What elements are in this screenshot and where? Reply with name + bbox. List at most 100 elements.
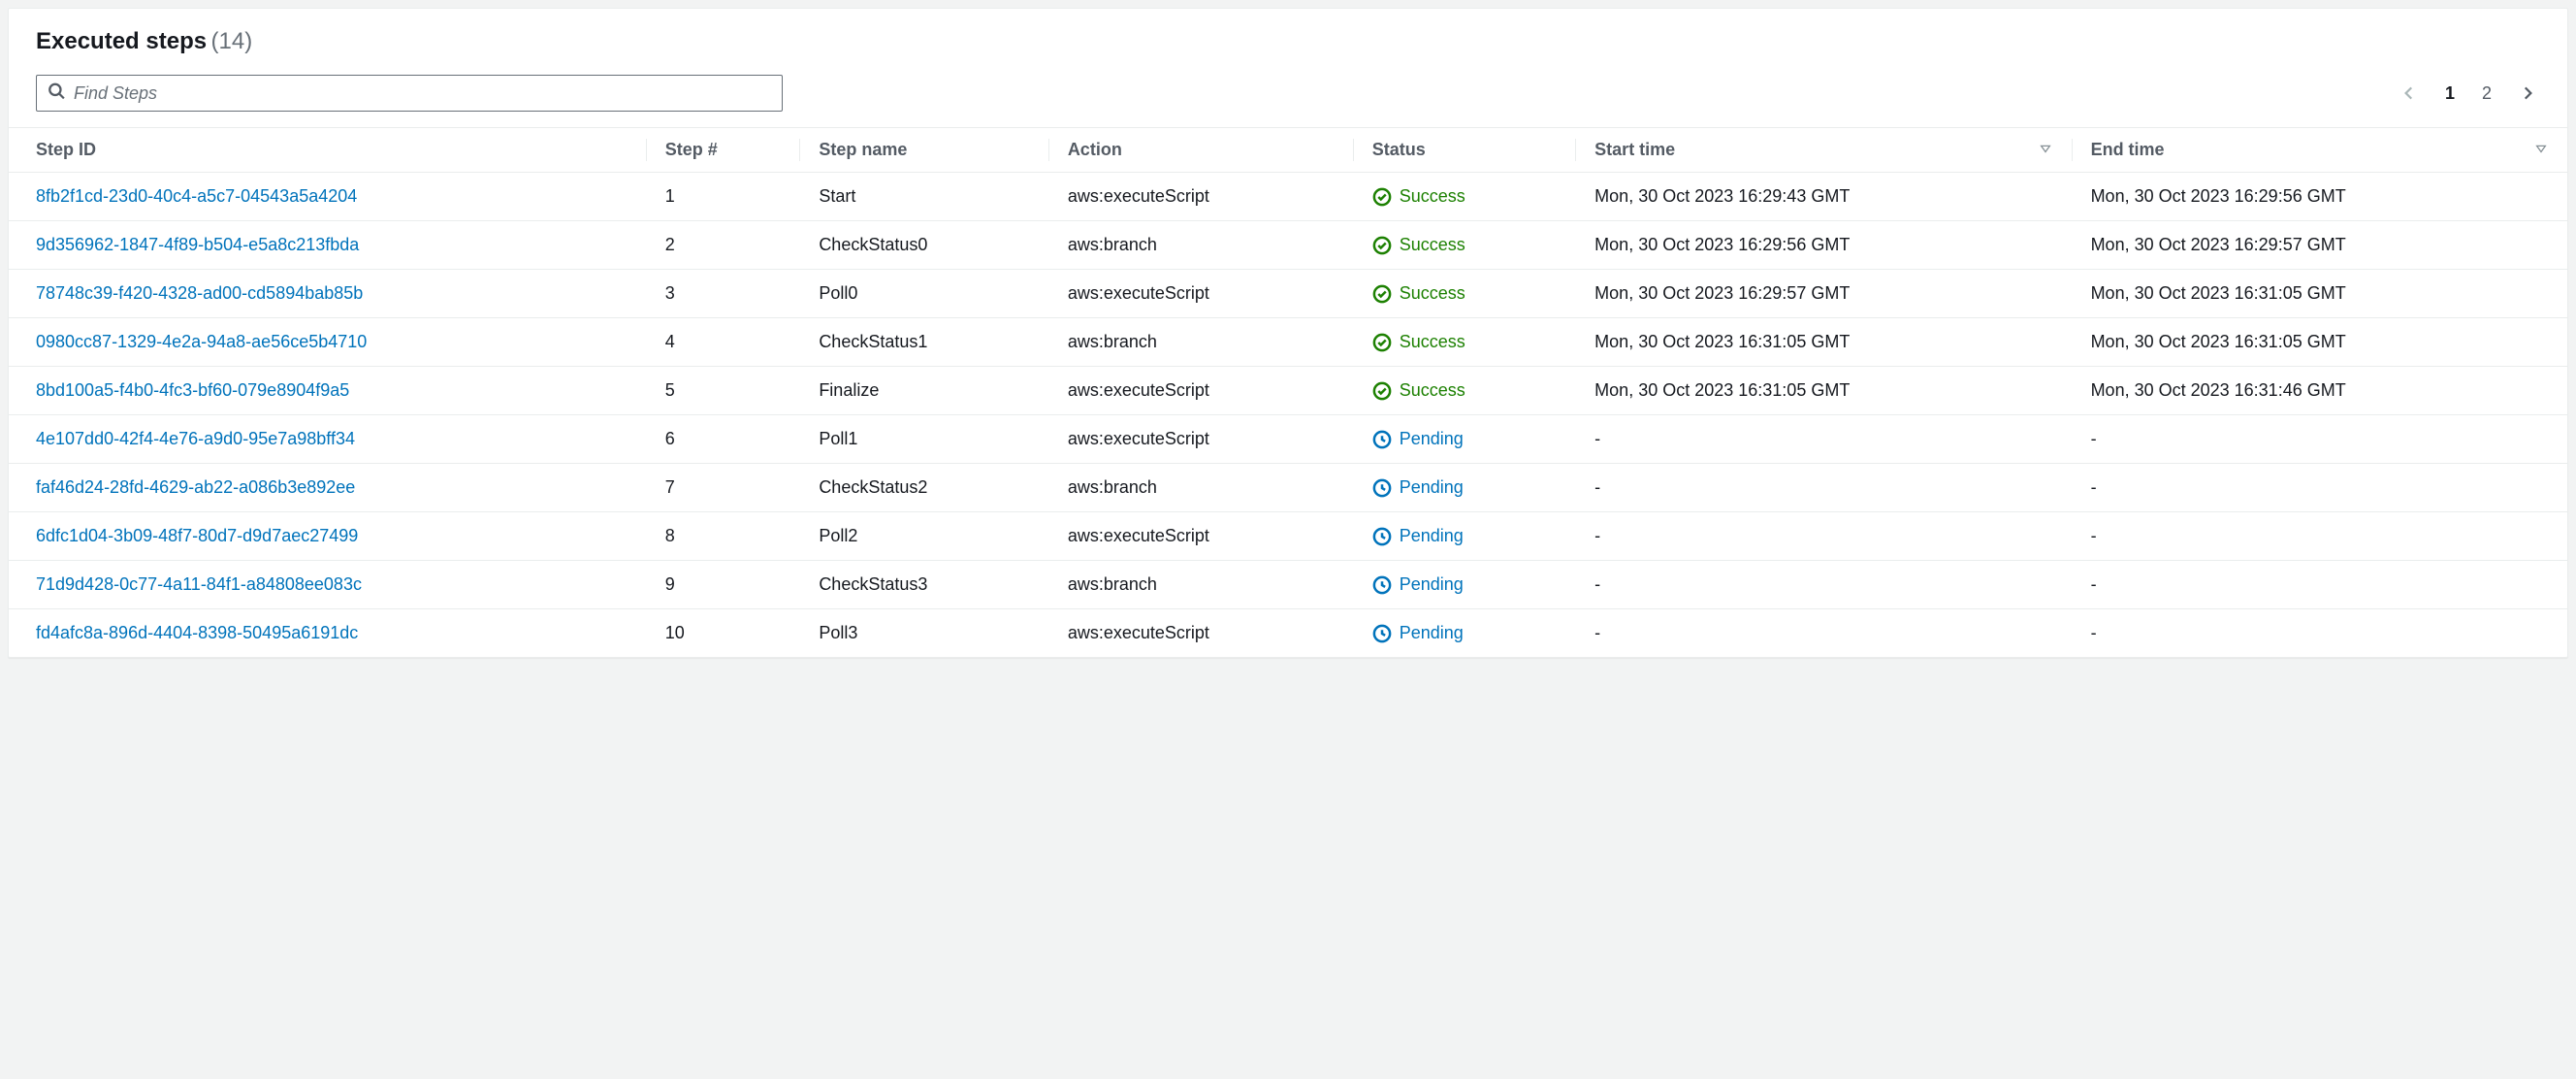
start-time: -	[1575, 609, 2071, 658]
table-row: fd4afc8a-896d-4404-8398-50495a6191dc 10 …	[9, 609, 2567, 658]
step-id-link[interactable]: 8fb2f1cd-23d0-40c4-a5c7-04543a5a4204	[36, 186, 357, 206]
start-time: -	[1575, 415, 2071, 464]
step-id-link[interactable]: 0980cc87-1329-4e2a-94a8-ae56ce5b4710	[36, 332, 367, 351]
step-num: 5	[646, 367, 800, 415]
end-time: -	[2072, 415, 2567, 464]
step-name: CheckStatus0	[799, 221, 1048, 270]
search-wrapper	[36, 75, 783, 112]
step-name: Poll2	[799, 512, 1048, 561]
step-action: aws:branch	[1048, 221, 1353, 270]
status-text: Success	[1400, 235, 1465, 255]
pending-icon	[1372, 575, 1392, 595]
page-number-2[interactable]: 2	[2478, 82, 2496, 106]
table-row: 78748c39-f420-4328-ad00-cd5894bab85b 3 P…	[9, 270, 2567, 318]
step-id-link[interactable]: 8bd100a5-f4b0-4fc3-bf60-079e8904f9a5	[36, 380, 349, 400]
success-icon	[1372, 333, 1392, 352]
end-time: Mon, 30 Oct 2023 16:29:57 GMT	[2072, 221, 2567, 270]
sort-icon	[2039, 140, 2052, 160]
status-badge: Pending	[1372, 429, 1556, 449]
step-action: aws:branch	[1048, 318, 1353, 367]
step-name: Poll3	[799, 609, 1048, 658]
status-badge: Pending	[1372, 623, 1556, 643]
status-badge: Success	[1372, 186, 1556, 207]
col-end-time[interactable]: End time	[2072, 128, 2567, 173]
col-start-time-label: Start time	[1594, 140, 1675, 159]
next-page-button[interactable]	[2515, 81, 2540, 106]
col-start-time[interactable]: Start time	[1575, 128, 2071, 173]
step-name: Poll0	[799, 270, 1048, 318]
toolbar: 1 2	[9, 67, 2567, 127]
col-status[interactable]: Status	[1353, 128, 1575, 173]
pending-icon	[1372, 624, 1392, 643]
end-time: -	[2072, 512, 2567, 561]
step-name: Poll1	[799, 415, 1048, 464]
sort-icon	[2534, 140, 2548, 160]
panel-title: Executed steps	[36, 28, 207, 54]
step-id-link[interactable]: 78748c39-f420-4328-ad00-cd5894bab85b	[36, 283, 363, 303]
step-id-link[interactable]: 71d9d428-0c77-4a11-84f1-a84808ee083c	[36, 574, 362, 594]
step-name: CheckStatus3	[799, 561, 1048, 609]
step-id-link[interactable]: 4e107dd0-42f4-4e76-a9d0-95e7a98bff34	[36, 429, 355, 448]
step-id-link[interactable]: faf46d24-28fd-4629-ab22-a086b3e892ee	[36, 477, 355, 497]
start-time: Mon, 30 Oct 2023 16:29:57 GMT	[1575, 270, 2071, 318]
step-num: 3	[646, 270, 800, 318]
step-id-link[interactable]: 6dfc1d04-3b09-48f7-80d7-d9d7aec27499	[36, 526, 358, 545]
step-action: aws:branch	[1048, 561, 1353, 609]
status-badge: Pending	[1372, 574, 1556, 595]
pending-icon	[1372, 527, 1392, 546]
status-text: Success	[1400, 283, 1465, 304]
pagination: 1 2	[2397, 81, 2540, 106]
step-id-link[interactable]: 9d356962-1847-4f89-b504-e5a8c213fbda	[36, 235, 359, 254]
chevron-left-icon	[2400, 84, 2418, 102]
col-step-num[interactable]: Step #	[646, 128, 800, 173]
status-text: Success	[1400, 332, 1465, 352]
col-step-name[interactable]: Step name	[799, 128, 1048, 173]
status-text: Pending	[1400, 526, 1464, 546]
step-action: aws:executeScript	[1048, 367, 1353, 415]
pending-icon	[1372, 478, 1392, 498]
start-time: Mon, 30 Oct 2023 16:29:43 GMT	[1575, 173, 2071, 221]
step-id-link[interactable]: fd4afc8a-896d-4404-8398-50495a6191dc	[36, 623, 358, 642]
step-num: 10	[646, 609, 800, 658]
start-time: -	[1575, 561, 2071, 609]
step-action: aws:executeScript	[1048, 173, 1353, 221]
col-action[interactable]: Action	[1048, 128, 1353, 173]
prev-page-button[interactable]	[2397, 81, 2422, 106]
status-badge: Success	[1372, 235, 1556, 255]
search-input[interactable]	[36, 75, 783, 112]
step-action: aws:executeScript	[1048, 609, 1353, 658]
start-time: Mon, 30 Oct 2023 16:31:05 GMT	[1575, 367, 2071, 415]
step-num: 4	[646, 318, 800, 367]
step-action: aws:executeScript	[1048, 512, 1353, 561]
step-name: Start	[799, 173, 1048, 221]
start-time: -	[1575, 464, 2071, 512]
end-time: -	[2072, 609, 2567, 658]
status-text: Pending	[1400, 574, 1464, 595]
table-row: 9d356962-1847-4f89-b504-e5a8c213fbda 2 C…	[9, 221, 2567, 270]
status-text: Pending	[1400, 429, 1464, 449]
col-end-time-label: End time	[2091, 140, 2165, 159]
table-row: 8fb2f1cd-23d0-40c4-a5c7-04543a5a4204 1 S…	[9, 173, 2567, 221]
steps-table: Step ID Step # Step name Action Status S…	[9, 127, 2567, 657]
step-num: 7	[646, 464, 800, 512]
step-name: CheckStatus2	[799, 464, 1048, 512]
status-badge: Success	[1372, 332, 1556, 352]
chevron-right-icon	[2519, 84, 2536, 102]
status-badge: Pending	[1372, 526, 1556, 546]
end-time: -	[2072, 561, 2567, 609]
step-action: aws:executeScript	[1048, 415, 1353, 464]
status-text: Pending	[1400, 477, 1464, 498]
panel-count: (14)	[211, 28, 253, 54]
col-step-id[interactable]: Step ID	[9, 128, 646, 173]
status-badge: Pending	[1372, 477, 1556, 498]
step-num: 1	[646, 173, 800, 221]
step-num: 6	[646, 415, 800, 464]
step-action: aws:executeScript	[1048, 270, 1353, 318]
start-time: -	[1575, 512, 2071, 561]
end-time: -	[2072, 464, 2567, 512]
success-icon	[1372, 284, 1392, 304]
executed-steps-panel: Executed steps (14) 1 2	[8, 8, 2568, 658]
success-icon	[1372, 381, 1392, 401]
page-number-1[interactable]: 1	[2441, 82, 2459, 106]
table-row: 6dfc1d04-3b09-48f7-80d7-d9d7aec27499 8 P…	[9, 512, 2567, 561]
